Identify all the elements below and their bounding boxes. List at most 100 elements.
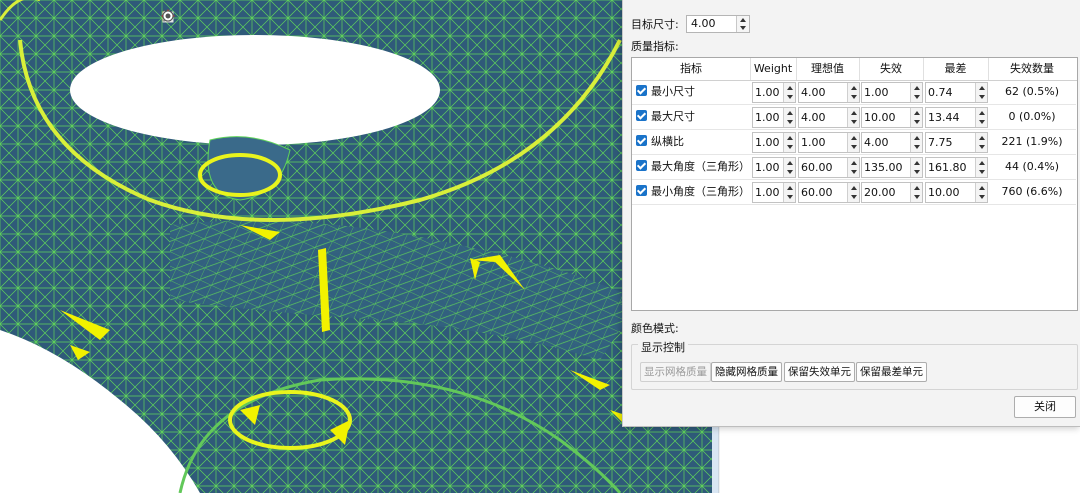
display-control-label: 显示控制 [638, 339, 688, 355]
col-fail[interactable]: 失效 [859, 58, 924, 80]
worst-spinbox[interactable]: 7.75 [925, 132, 988, 153]
view-yz-icon[interactable]: y [162, 10, 222, 28]
weight-spinbox[interactable]: 1.00 [752, 157, 796, 178]
worst-spinbox[interactable]: 161.80 [925, 157, 988, 178]
worst-value: 13.44 [928, 111, 960, 124]
fail-value: 10.00 [864, 111, 896, 124]
weight-value: 1.00 [755, 186, 780, 199]
pick-element-icon[interactable] [162, 10, 442, 28]
col-weight[interactable]: Weight [750, 58, 797, 80]
fail-spinbox[interactable]: 20.00 [861, 182, 923, 203]
ideal-spinbox[interactable]: 60.00 [798, 182, 860, 203]
view-xy-icon[interactable]: y [162, 10, 266, 28]
close-button[interactable]: 关闭 [1014, 396, 1076, 418]
table-header: 指标 Weight 理想值 失效 最差 失效数量 [632, 58, 1077, 81]
wireframe-shaded-icon[interactable] [161, 9, 354, 28]
show-quality-button[interactable]: 显示网格质量 [640, 362, 711, 382]
spin-arrows-icon[interactable] [783, 183, 795, 202]
spin-arrows-icon[interactable] [910, 183, 922, 202]
pick-node-icon[interactable] [162, 10, 420, 28]
fail-spinbox[interactable]: 1.00 [861, 82, 923, 103]
spin-arrows-icon[interactable] [847, 108, 859, 127]
mesh-viewport[interactable]: x z y z y x [0, 0, 712, 493]
fail-value: 20.00 [864, 186, 896, 199]
ideal-spinbox[interactable]: 60.00 [798, 157, 860, 178]
metric-name: 最大尺寸 [651, 110, 695, 123]
worst-value: 161.80 [928, 161, 967, 174]
ideal-spinbox[interactable]: 1.00 [798, 132, 860, 153]
spin-arrows-icon[interactable] [910, 83, 922, 102]
weight-value: 1.00 [755, 111, 780, 124]
spin-arrows-icon[interactable] [910, 108, 922, 127]
view-yx-icon[interactable]: x [162, 10, 288, 28]
fail-count-value: 760 (6.6%) [1001, 185, 1063, 198]
spin-arrows-icon[interactable] [975, 83, 987, 102]
view-zx-icon[interactable]: z [162, 10, 200, 28]
row-checkbox[interactable] [636, 135, 647, 146]
ideal-value: 60.00 [801, 186, 833, 199]
hide-quality-button[interactable]: 隐藏网格质量 [711, 362, 782, 382]
col-ideal[interactable]: 理想值 [796, 58, 860, 80]
weight-spinbox[interactable]: 1.00 [752, 107, 796, 128]
metric-name: 最小尺寸 [651, 85, 695, 98]
view-zy-icon[interactable]: z [162, 10, 244, 28]
target-size-spinbox[interactable]: 4.00 [686, 15, 750, 33]
col-worst[interactable]: 最差 [923, 58, 989, 80]
fail-count-value: 0 (0.0%) [1008, 110, 1056, 123]
keep-failed-button[interactable]: 保留失效单元 [784, 362, 855, 382]
spin-arrows-icon[interactable] [975, 133, 987, 152]
worst-spinbox[interactable]: 0.74 [925, 82, 988, 103]
spin-arrows-icon[interactable] [783, 158, 795, 177]
fail-spinbox[interactable]: 4.00 [861, 132, 923, 153]
spin-arrows-icon[interactable] [783, 108, 795, 127]
spin-arrows-icon[interactable] [910, 158, 922, 177]
weight-spinbox[interactable]: 1.00 [752, 132, 796, 153]
fail-value: 4.00 [864, 136, 889, 149]
col-fail-count[interactable]: 失效数量 [988, 58, 1076, 80]
shaded-icon[interactable] [161, 9, 332, 28]
target-size-value: 4.00 [691, 17, 716, 30]
fail-spinbox[interactable]: 10.00 [861, 107, 923, 128]
weight-spinbox[interactable]: 1.00 [752, 82, 796, 103]
row-checkbox[interactable] [636, 85, 647, 96]
weight-spinbox[interactable]: 1.00 [752, 182, 796, 203]
spin-arrows-icon[interactable] [975, 183, 987, 202]
fail-value: 1.00 [864, 86, 889, 99]
spin-arrows-icon[interactable] [847, 133, 859, 152]
metric-name: 最大角度（三角形） [651, 160, 750, 173]
fail-count-value: 62 (0.5%) [1004, 85, 1060, 98]
mesh-render [0, 0, 712, 493]
worst-spinbox[interactable]: 10.00 [925, 182, 988, 203]
spin-arrows-icon[interactable] [736, 16, 749, 32]
worst-spinbox[interactable]: 13.44 [925, 107, 988, 128]
worst-value: 10.00 [928, 186, 960, 199]
spin-arrows-icon[interactable] [783, 133, 795, 152]
row-checkbox[interactable] [636, 160, 647, 171]
ideal-value: 4.00 [801, 86, 826, 99]
ideal-spinbox[interactable]: 4.00 [798, 82, 860, 103]
spin-arrows-icon[interactable] [910, 133, 922, 152]
fail-count-value: 44 (0.4%) [1004, 160, 1060, 173]
spin-arrows-icon[interactable] [975, 158, 987, 177]
weight-value: 1.00 [755, 161, 780, 174]
select-arrow-icon[interactable] [163, 9, 310, 28]
col-metric[interactable]: 指标 [632, 58, 751, 80]
ideal-value: 60.00 [801, 161, 833, 174]
worst-value: 7.75 [928, 136, 953, 149]
fail-spinbox[interactable]: 135.00 [861, 157, 923, 178]
points-icon[interactable] [162, 10, 398, 28]
spin-arrows-icon[interactable] [783, 83, 795, 102]
metric-name: 纵横比 [651, 135, 684, 148]
table-row: 最小角度（三角形） 1.00 60.00 20.00 10.00 760 (6.6%) [632, 179, 1076, 205]
box-icon[interactable] [163, 10, 376, 28]
row-checkbox[interactable] [636, 110, 647, 121]
spin-arrows-icon[interactable] [975, 108, 987, 127]
worst-value: 0.74 [928, 86, 953, 99]
ideal-value: 4.00 [801, 111, 826, 124]
spin-arrows-icon[interactable] [847, 158, 859, 177]
spin-arrows-icon[interactable] [847, 183, 859, 202]
row-checkbox[interactable] [636, 185, 647, 196]
keep-worst-button[interactable]: 保留最差单元 [856, 362, 927, 382]
ideal-spinbox[interactable]: 4.00 [798, 107, 860, 128]
spin-arrows-icon[interactable] [847, 83, 859, 102]
